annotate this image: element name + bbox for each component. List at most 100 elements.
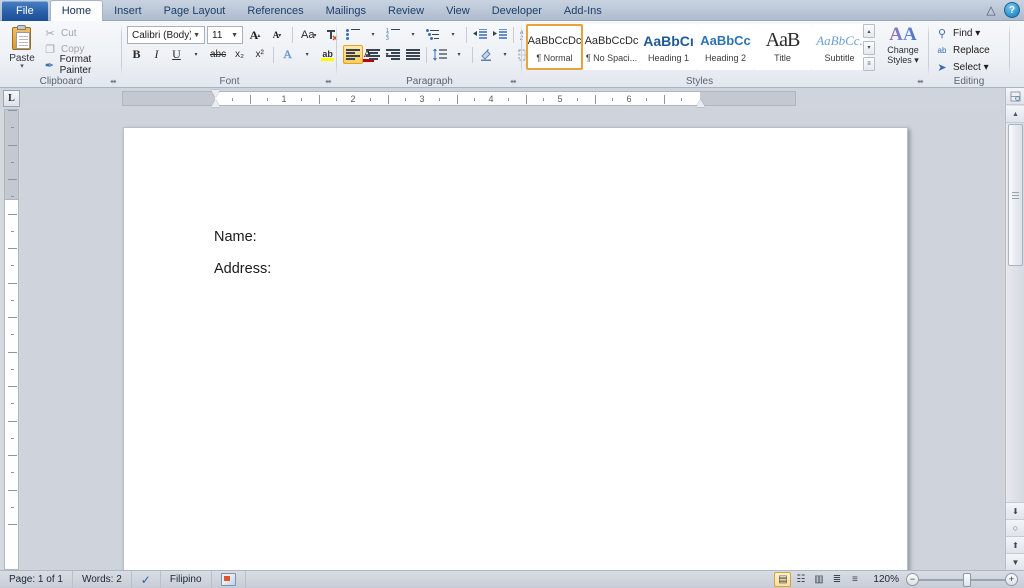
- shading-dropdown[interactable]: ▾: [496, 45, 515, 64]
- tab-references[interactable]: References: [236, 1, 314, 21]
- paragraph-dialog-launcher[interactable]: ⬌: [509, 77, 518, 86]
- line-spacing-icon[interactable]: [430, 45, 450, 64]
- tab-add-ins[interactable]: Add-Ins: [553, 1, 613, 21]
- styles-scroll-up-button[interactable]: ▴: [863, 24, 875, 38]
- horizontal-ruler[interactable]: 1 2 3 4 5 6: [215, 91, 700, 106]
- zoom-out-button[interactable]: −: [906, 573, 919, 586]
- underline-button[interactable]: U: [167, 45, 186, 64]
- tab-view[interactable]: View: [435, 1, 481, 21]
- scroll-down-button[interactable]: ▼: [1006, 553, 1024, 570]
- bullets-icon[interactable]: [343, 25, 364, 44]
- macro-record-icon[interactable]: [212, 570, 246, 588]
- style-heading-2[interactable]: AaBbCc Heading 2: [697, 24, 754, 70]
- language-indicator[interactable]: Filipino: [161, 570, 212, 588]
- previous-page-button[interactable]: ⬆: [1006, 536, 1024, 553]
- tab-mailings[interactable]: Mailings: [315, 1, 377, 21]
- styles-scroll-down-button[interactable]: ▾: [863, 40, 875, 55]
- minimize-ribbon-icon[interactable]: △: [983, 2, 999, 18]
- zoom-knob[interactable]: [963, 572, 971, 587]
- font-name-input[interactable]: Calibri (Body) ▼: [127, 26, 205, 44]
- bold-button[interactable]: B: [127, 45, 146, 64]
- style-no-spaci[interactable]: AaBbCcDc ¶ No Spaci...: [583, 24, 640, 70]
- zoom-level[interactable]: 120%: [873, 574, 899, 585]
- numbering-icon[interactable]: 1 2 3: [383, 25, 404, 44]
- zoom-track[interactable]: [919, 572, 1005, 587]
- page-indicator[interactable]: Page: 1 of 1: [0, 570, 73, 588]
- right-indent-marker[interactable]: [696, 100, 705, 107]
- change-case-button[interactable]: Aa ▾: [298, 25, 319, 45]
- style-normal[interactable]: AaBbCcDc ¶ Normal: [526, 24, 583, 70]
- scrollbar-thumb[interactable]: [1008, 124, 1023, 266]
- grow-font-button[interactable]: A ▴: [245, 25, 265, 45]
- clipboard-dialog-launcher[interactable]: ⬌: [109, 77, 118, 86]
- italic-button[interactable]: I: [147, 45, 166, 64]
- document-line[interactable]: Address:: [214, 253, 814, 285]
- scissors-button[interactable]: ✂ Cut: [42, 25, 122, 41]
- view-button-full-screen-reading[interactable]: ☷: [792, 572, 809, 587]
- underline-dropdown[interactable]: ▾: [187, 45, 206, 64]
- document-page[interactable]: Name: Address:: [123, 127, 908, 570]
- font-dialog-launcher[interactable]: ⬌: [324, 77, 333, 86]
- browse-object-button[interactable]: ○: [1006, 519, 1024, 536]
- vertical-scrollbar[interactable]: ▲ ⬇ ○ ⬆ ▼: [1005, 88, 1024, 570]
- style-heading-1[interactable]: AaBbCı Heading 1: [640, 24, 697, 70]
- ruler-right-margin[interactable]: [700, 91, 796, 106]
- shading-icon[interactable]: [476, 45, 496, 64]
- spell-check-icon[interactable]: ✓: [132, 570, 161, 588]
- first-line-indent-marker[interactable]: [211, 90, 220, 97]
- word-count[interactable]: Words: 2: [73, 570, 132, 588]
- increase-indent-icon[interactable]: [490, 25, 510, 44]
- styles-more-button[interactable]: ≡: [863, 57, 875, 71]
- multilevel-list-icon[interactable]: [423, 25, 444, 44]
- tab-home[interactable]: Home: [49, 0, 104, 21]
- align-right-icon[interactable]: [383, 45, 403, 64]
- view-button-outline[interactable]: ≣: [828, 572, 845, 587]
- document-line[interactable]: Name:: [214, 221, 814, 253]
- chevron-down-icon[interactable]: ▼: [229, 32, 240, 39]
- font-size-input[interactable]: 11 ▼: [207, 26, 243, 44]
- numbering-dropdown[interactable]: ▾: [404, 25, 423, 44]
- paste-button[interactable]: Paste ▾: [6, 24, 38, 76]
- style-title[interactable]: AaB Title: [754, 24, 811, 70]
- hanging-indent-marker[interactable]: [211, 100, 220, 107]
- format-painter-button[interactable]: ✒ Format Painter: [42, 54, 122, 76]
- line-spacing-dropdown[interactable]: ▾: [450, 45, 469, 64]
- tab-file[interactable]: File: [2, 1, 48, 21]
- tab-developer[interactable]: Developer: [481, 1, 553, 21]
- tab-review[interactable]: Review: [377, 1, 435, 21]
- tab-page-layout[interactable]: Page Layout: [153, 1, 237, 21]
- align-left-icon[interactable]: [343, 45, 363, 64]
- scroll-up-button[interactable]: ▲: [1006, 106, 1024, 123]
- binoculars-button[interactable]: ⚲ Find ▾: [934, 25, 990, 42]
- replace-button[interactable]: ab Replace: [934, 42, 990, 59]
- change-styles-button[interactable]: AA Change Styles ▾: [881, 24, 925, 76]
- chevron-down-icon[interactable]: ▼: [191, 32, 202, 39]
- zoom-slider[interactable]: − +: [906, 572, 1018, 587]
- tab-stop-selector[interactable]: L: [3, 90, 20, 107]
- document-text[interactable]: Name: Address:: [214, 221, 814, 285]
- justify-icon[interactable]: [403, 45, 423, 64]
- view-button-web-layout[interactable]: ▥: [810, 572, 827, 587]
- multilevel-dropdown[interactable]: ▾: [444, 25, 463, 44]
- document-canvas[interactable]: Name: Address:: [20, 109, 1005, 570]
- help-icon[interactable]: ?: [1004, 2, 1020, 18]
- shrink-font-button[interactable]: A ▾: [267, 25, 287, 45]
- decrease-indent-icon[interactable]: [470, 25, 490, 44]
- paste-dropdown-arrow[interactable]: ▾: [20, 63, 24, 70]
- align-center-icon[interactable]: [363, 45, 383, 64]
- text-effects-dropdown[interactable]: ▾: [298, 45, 317, 64]
- style-subtitle[interactable]: AaBbCc. Subtitle: [811, 24, 868, 70]
- zoom-in-button[interactable]: +: [1005, 573, 1018, 586]
- subscript-button[interactable]: x₂: [230, 45, 249, 64]
- split-window-icon[interactable]: [1006, 88, 1024, 105]
- text-effects-button[interactable]: A: [278, 45, 297, 64]
- text-highlight-color-button[interactable]: ab: [318, 45, 337, 64]
- superscript-button[interactable]: x²: [250, 45, 269, 64]
- next-page-button[interactable]: ⬇: [1006, 502, 1024, 519]
- view-button-print-layout[interactable]: ▤: [774, 572, 792, 587]
- strikethrough-button[interactable]: abc: [207, 45, 229, 64]
- bullets-dropdown[interactable]: ▾: [364, 25, 383, 44]
- tab-insert[interactable]: Insert: [103, 1, 153, 21]
- cursor-button[interactable]: ➤ Select ▾: [934, 59, 990, 76]
- vertical-ruler[interactable]: [4, 109, 19, 570]
